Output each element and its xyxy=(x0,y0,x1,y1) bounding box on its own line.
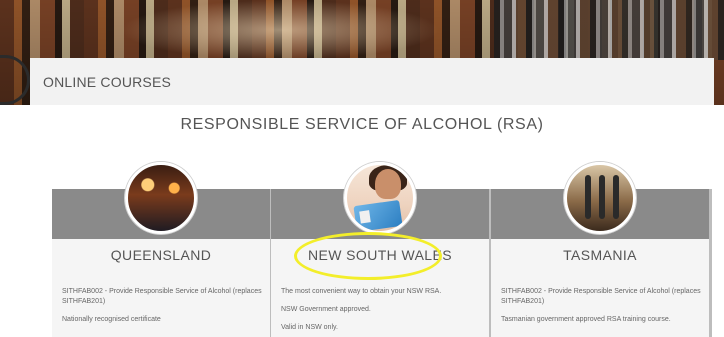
tap-handle xyxy=(599,175,605,219)
course-name[interactable]: NEW SOUTH WALES xyxy=(271,247,489,263)
bar-photo-icon xyxy=(125,162,197,234)
course-detail: NSW Government approved. xyxy=(281,306,371,313)
course-card-queensland[interactable]: QUEENSLAND SITHFAB002 - Provide Responsi… xyxy=(52,162,273,337)
course-detail: Tasmanian government approved RSA traini… xyxy=(501,316,671,323)
course-description: SITHFAB002 - Provide Responsible Service… xyxy=(62,287,262,333)
page-title: RESPONSIBLE SERVICE OF ALCOHOL (RSA) xyxy=(180,116,544,133)
course-detail: Valid in NSW only. xyxy=(281,324,338,331)
course-name[interactable]: TASMANIA xyxy=(491,247,709,263)
course-detail: Nationally recognised certificate xyxy=(62,316,161,323)
hero-bookshelf xyxy=(494,0,724,60)
tap-handle xyxy=(613,175,619,219)
course-detail: The most convenient way to obtain your N… xyxy=(281,288,442,295)
course-card-new-south-wales[interactable]: NEW SOUTH WALES The most convenient way … xyxy=(271,162,492,337)
course-detail: SITHFAB002 - Provide Responsible Service… xyxy=(62,288,262,305)
licence-card-icon xyxy=(353,199,403,231)
licence-photo-icon xyxy=(344,162,416,234)
section-bar: ONLINE COURSES xyxy=(30,58,714,105)
section-title: ONLINE COURSES xyxy=(43,73,172,90)
course-description: The most convenient way to obtain your N… xyxy=(281,287,481,337)
course-name[interactable]: QUEENSLAND xyxy=(52,247,270,263)
course-detail: SITHFAB002 - Provide Responsible Service… xyxy=(501,288,701,305)
person-face xyxy=(375,169,401,199)
hero-light xyxy=(120,0,440,60)
glasses-icon xyxy=(0,55,30,105)
tap-handle xyxy=(585,175,591,219)
course-description: SITHFAB002 - Provide Responsible Service… xyxy=(501,287,701,333)
course-card-tasmania[interactable]: TASMANIA SITHFAB002 - Provide Responsibl… xyxy=(491,162,712,337)
beer-taps-photo-icon xyxy=(564,162,636,234)
